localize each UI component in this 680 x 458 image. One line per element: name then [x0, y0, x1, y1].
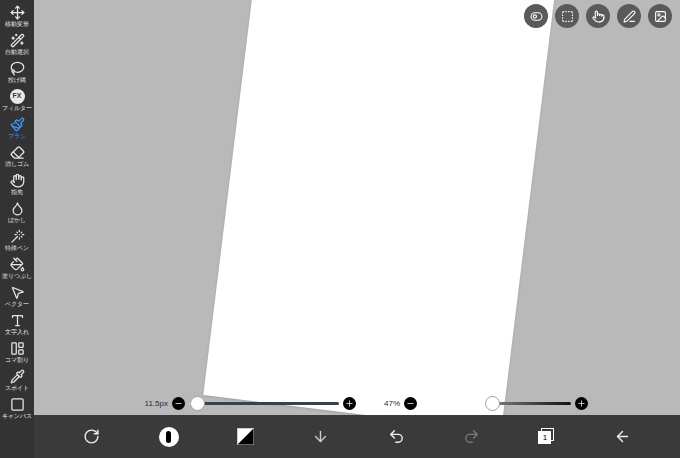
layer-count: 1	[543, 434, 547, 442]
brush-size-minus-button[interactable]	[172, 397, 185, 410]
app: 移動変形自動選択投げ縄 FXフィルターブラシ消しゴム指先ぼかし特殊ペン塗りつぶしベ…	[0, 0, 680, 458]
tool-label: 消しゴム	[5, 160, 29, 168]
minus-icon	[406, 399, 415, 408]
selection-icon	[561, 10, 574, 23]
plus-icon	[345, 399, 354, 408]
tool-icon	[10, 201, 25, 216]
main: 11.5px 47% 1	[34, 0, 680, 458]
tool-icon	[10, 369, 25, 384]
tool-icon	[10, 33, 25, 48]
filter-badge-icon: FX	[10, 89, 25, 104]
top-tool-button[interactable]	[586, 4, 610, 28]
slider-bar: 11.5px 47%	[138, 397, 588, 410]
tool-item[interactable]: 指先	[0, 170, 34, 198]
tool-icon	[10, 341, 25, 356]
redo-icon[interactable]	[463, 428, 480, 445]
tool-label: 自動選択	[5, 48, 29, 56]
tool-item[interactable]: 投げ縄	[0, 58, 34, 86]
tool-label: 文字入れ	[5, 328, 29, 336]
opacity-plus-button[interactable]	[575, 397, 588, 410]
tool-icon	[10, 229, 25, 244]
brush-size-knob[interactable]	[190, 396, 205, 411]
tool-item[interactable]: スポイト	[0, 366, 34, 394]
back-icon[interactable]	[614, 428, 631, 445]
brush-preview-icon[interactable]	[159, 427, 179, 447]
tool-item[interactable]: ベクター	[0, 282, 34, 310]
tool-icon	[10, 5, 25, 20]
undo-icon[interactable]	[388, 428, 405, 445]
top-tool-button[interactable]	[648, 4, 672, 28]
tool-sidebar: 移動変形自動選択投げ縄 FXフィルターブラシ消しゴム指先ぼかし特殊ペン塗りつぶしベ…	[0, 0, 34, 458]
tool-item[interactable]: キャンバス	[0, 394, 34, 422]
tool-item[interactable]: 自動選択	[0, 30, 34, 58]
tool-label: ブラシ	[8, 132, 26, 140]
opacity-minus-button[interactable]	[404, 397, 417, 410]
tool-icon	[10, 313, 25, 328]
tool-label: ぼかし	[8, 216, 26, 224]
tool-label: コマ割り	[5, 356, 29, 364]
tool-icon	[10, 285, 25, 300]
brush-size-track[interactable]	[189, 402, 339, 405]
tool-item[interactable]: 塗りつぶし	[0, 254, 34, 282]
brush-size-plus-button[interactable]	[343, 397, 356, 410]
tool-icon	[10, 145, 25, 160]
tool-item[interactable]: ブラシ	[0, 114, 34, 142]
tool-icon	[10, 61, 25, 76]
color-icon[interactable]	[237, 428, 254, 445]
toggle-icon	[530, 10, 543, 23]
image-icon	[654, 10, 667, 23]
brush-size-reading: 11.5px	[138, 398, 168, 410]
pen-icon	[623, 10, 636, 23]
minus-icon	[174, 399, 183, 408]
tool-icon	[10, 257, 25, 272]
opacity-knob[interactable]	[485, 396, 500, 411]
tool-item[interactable]: 特殊ペン	[0, 226, 34, 254]
canvas[interactable]	[203, 0, 554, 415]
tool-item[interactable]: 文字入れ	[0, 310, 34, 338]
tool-label: 投げ縄	[8, 76, 26, 84]
plus-icon	[577, 399, 586, 408]
top-tool-button[interactable]	[555, 4, 579, 28]
brush-size-slider-group: 11.5px	[138, 397, 356, 410]
tool-label: キャンバス	[2, 412, 32, 420]
rotate-icon[interactable]	[83, 428, 100, 445]
layers-button[interactable]: 1	[538, 428, 555, 445]
tool-label: 指先	[11, 188, 23, 196]
tool-label: スポイト	[5, 384, 29, 392]
bottom-bar: 1	[34, 415, 680, 458]
tool-label: フィルター	[2, 104, 32, 112]
download-icon[interactable]	[312, 428, 329, 445]
opacity-slider-group: 47%	[370, 397, 588, 410]
tool-item[interactable]: FXフィルター	[0, 86, 34, 114]
touch-icon	[592, 10, 605, 23]
tool-item[interactable]: 消しゴム	[0, 142, 34, 170]
tool-label: 特殊ペン	[5, 244, 29, 252]
tool-icon	[10, 397, 25, 412]
tool-item[interactable]: ぼかし	[0, 198, 34, 226]
opacity-track[interactable]	[421, 402, 571, 405]
top-tools	[524, 4, 672, 28]
tool-label: 移動変形	[5, 20, 29, 28]
tool-label: 塗りつぶし	[2, 272, 32, 280]
tool-icon	[10, 173, 25, 188]
tool-item[interactable]: コマ割り	[0, 338, 34, 366]
top-tool-button[interactable]	[617, 4, 641, 28]
top-tool-button[interactable]	[524, 4, 548, 28]
opacity-reading: 47%	[370, 398, 400, 410]
tool-item[interactable]: 移動変形	[0, 2, 34, 30]
opacity-fill	[421, 402, 492, 405]
canvas-area[interactable]: 11.5px 47%	[34, 0, 680, 415]
tool-icon	[10, 117, 25, 132]
tool-label: ベクター	[5, 300, 29, 308]
